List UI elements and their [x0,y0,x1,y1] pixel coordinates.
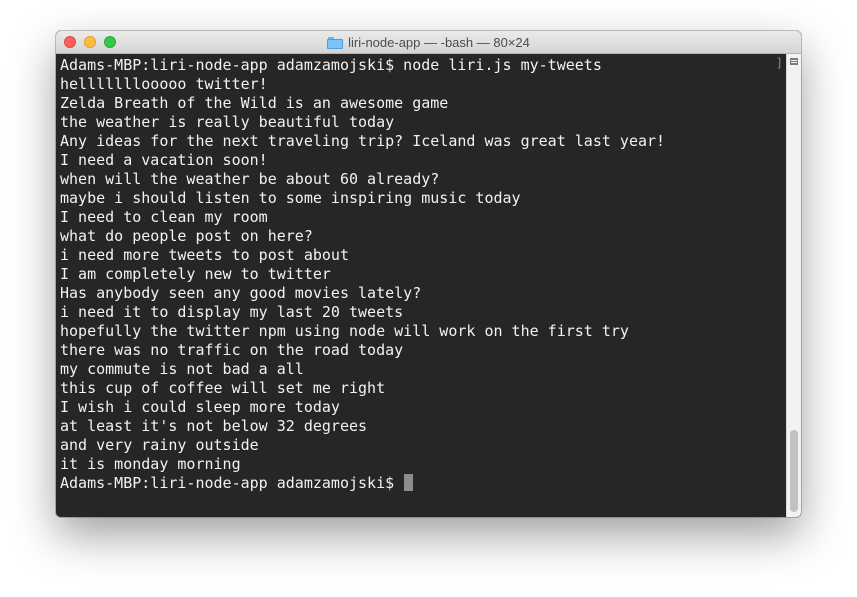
tweet-line: i need it to display my last 20 tweets [60,303,404,321]
tweet-line: and very rainy outside [60,436,259,454]
folder-icon-body [327,38,344,49]
shell-prompt: Adams-MBP:liri-node-app adamzamojski$ [60,474,404,492]
split-pane-icon[interactable] [790,58,798,65]
tweet-line: my commute is not bad a all [60,360,304,378]
text-cursor [404,474,414,491]
tweet-line: i need more tweets to post about [60,246,349,264]
window-title-group: liri-node-app — -bash — 80×24 [56,31,801,53]
tweet-line: I wish i could sleep more today [60,398,340,416]
window-title: liri-node-app — -bash — 80×24 [348,34,530,50]
tweet-line: the weather is really beautiful today [60,113,395,131]
tweet-line: I am completely new to twitter [60,265,331,283]
tweet-line: I need a vacation soon! [60,151,268,169]
terminal-output[interactable]: Adams-MBP:liri-node-app adamzamojski$ no… [56,54,786,517]
tweet-line: hopefully the twitter npm using node wil… [60,322,629,340]
window-titlebar[interactable]: liri-node-app — -bash — 80×24 [56,31,801,54]
terminal-window: liri-node-app — -bash — 80×24 Adams-MBP:… [56,31,801,517]
tweet-line: helllllllooooo twitter! [60,75,268,93]
scrollbar-thumb[interactable] [790,430,798,512]
tweet-line: it is monday morning [60,455,241,473]
tweet-line: Any ideas for the next traveling trip? I… [60,132,666,150]
tweet-line: this cup of coffee will set me right [60,379,386,397]
line-wrap-marker-icon: ] [775,56,783,70]
command-line: Adams-MBP:liri-node-app adamzamojski$ no… [60,56,602,74]
tweet-line: Has anybody seen any good movies lately? [60,284,422,302]
tweet-line: when will the weather be about 60 alread… [60,170,440,188]
folder-icon [327,36,344,49]
tweet-line: there was no traffic on the road today [60,341,404,359]
vertical-scrollbar[interactable] [786,54,801,517]
tweet-line: what do people post on here? [60,227,313,245]
tweet-line: at least it's not below 32 degrees [60,417,368,435]
tweet-line: maybe i should listen to some inspiring … [60,189,521,207]
tweet-line: Zelda Breath of the Wild is an awesome g… [60,94,449,112]
prompt-line[interactable]: Adams-MBP:liri-node-app adamzamojski$ [60,474,786,493]
tweet-line: I need to clean my room [60,208,268,226]
